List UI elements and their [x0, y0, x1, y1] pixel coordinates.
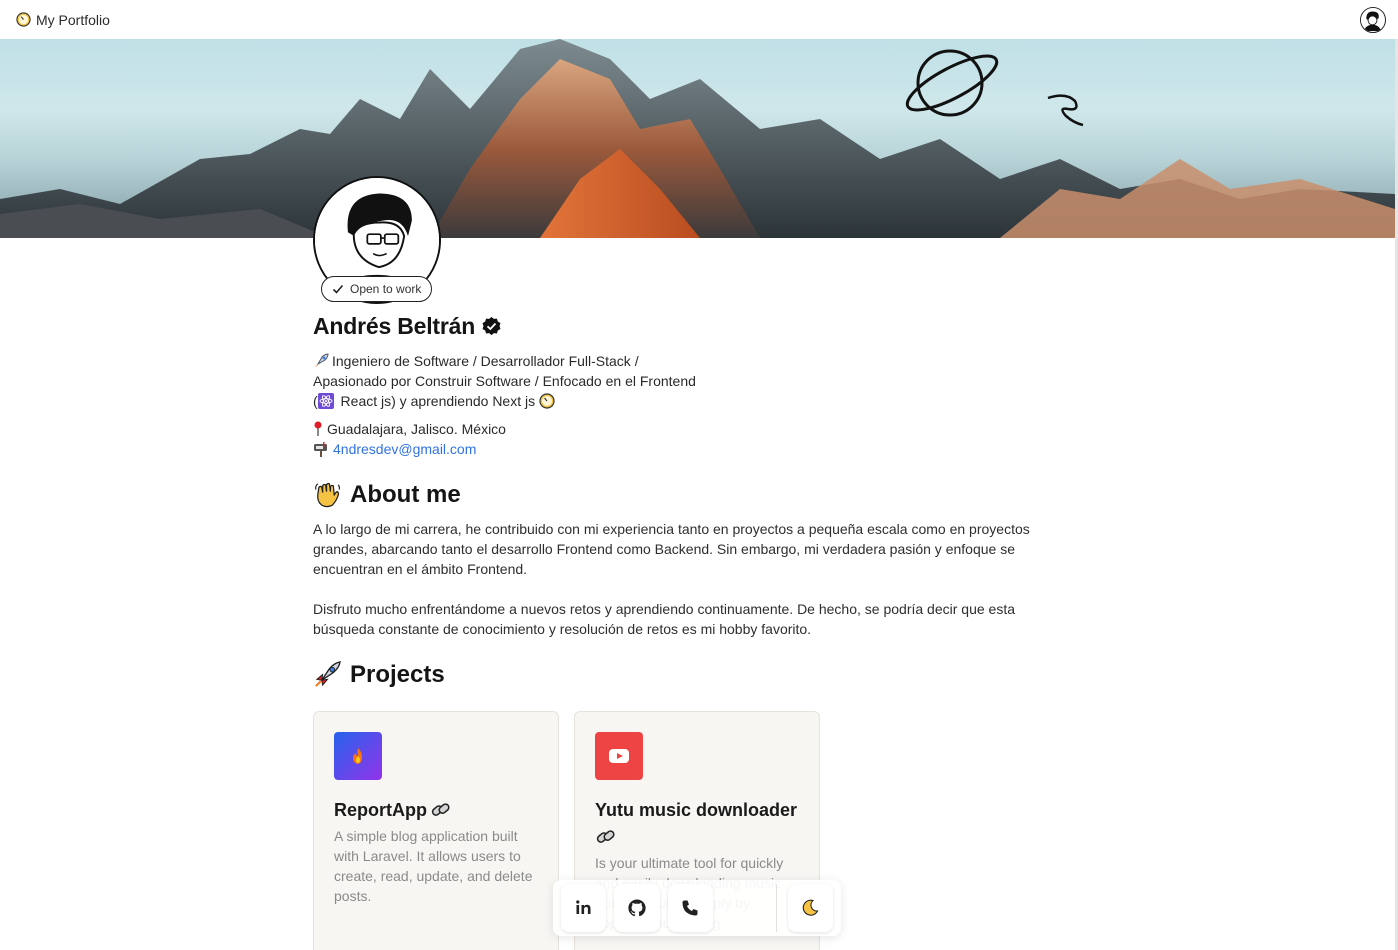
- dock-divider: [775, 884, 777, 932]
- open-to-work-badge: Open to work: [321, 276, 433, 302]
- profile-bio: Ingeniero de Software / Desarrollador Fu…: [313, 351, 733, 411]
- about-paragraph-1: A lo largo de mi carrera, he contribuido…: [313, 521, 1030, 577]
- github-button[interactable]: [614, 884, 660, 932]
- social-dock: [553, 880, 841, 936]
- theme-toggle-button[interactable]: [787, 884, 833, 932]
- open-to-work-label: Open to work: [350, 282, 422, 296]
- rocket-icon: [315, 661, 341, 687]
- clock-icon: [16, 12, 31, 27]
- bio-line-2: Apasionado por Construir Software / Enfo…: [313, 373, 696, 389]
- react-icon: [317, 393, 334, 409]
- mailbox-icon: [314, 442, 327, 457]
- project-title: ReportApp: [334, 800, 427, 820]
- about-title: About me: [313, 480, 461, 509]
- user-avatar-icon[interactable]: [1360, 6, 1386, 33]
- clock-icon: [539, 393, 555, 409]
- moon-icon: [803, 899, 819, 916]
- link-icon[interactable]: [595, 828, 616, 847]
- verified-badge-icon: [482, 316, 501, 336]
- planet-doodle: [905, 49, 999, 117]
- profile-avatar-container: Open to work: [313, 176, 441, 304]
- phone-button[interactable]: [667, 884, 713, 932]
- project-card[interactable]: ReportApp A simple blog application buil…: [313, 711, 559, 950]
- about-text: A lo largo de mi carrera, he contribuido…: [313, 519, 1043, 639]
- about-title-text: About me: [350, 480, 461, 508]
- github-icon: [628, 899, 646, 917]
- profile-contact: Guadalajara, Jalisco. México 4ndresdev@g…: [313, 419, 506, 459]
- link-icon[interactable]: [430, 801, 451, 820]
- projects-title: Projects: [313, 660, 445, 689]
- profile-name-row: Andrés Beltrán: [313, 313, 502, 340]
- location-text: Guadalajara, Jalisco. México: [327, 421, 506, 437]
- phone-icon: [682, 900, 698, 916]
- linkedin-button[interactable]: [561, 884, 607, 932]
- project-title: Yutu music downloader: [595, 800, 798, 820]
- projects-title-text: Projects: [350, 660, 445, 688]
- mountain-illustration: [0, 39, 1395, 238]
- check-icon: [332, 284, 344, 294]
- fire-icon: [334, 732, 382, 780]
- bio-line-3b: React js) y aprendiendo Next js: [336, 393, 539, 409]
- bio-line-1: Ingeniero de Software / Desarrollador Fu…: [332, 353, 639, 369]
- pin-icon: [314, 421, 322, 436]
- about-paragraph-2: Disfruto mucho enfrentándome a nuevos re…: [313, 601, 1015, 637]
- youtube-icon: [595, 732, 643, 780]
- project-description: A simple blog application built with Lar…: [334, 828, 533, 904]
- linkedin-icon: [575, 900, 591, 914]
- email-link[interactable]: 4ndresdev@gmail.com: [333, 439, 476, 459]
- top-nav: My Portfolio: [0, 0, 1398, 39]
- brand-title: My Portfolio: [36, 11, 110, 28]
- waving-hand-icon: [315, 482, 340, 508]
- rocket-icon: [315, 353, 329, 367]
- brand-link[interactable]: My Portfolio: [16, 12, 110, 28]
- profile-name: Andrés Beltrán: [313, 313, 476, 339]
- cover-banner: [0, 39, 1395, 238]
